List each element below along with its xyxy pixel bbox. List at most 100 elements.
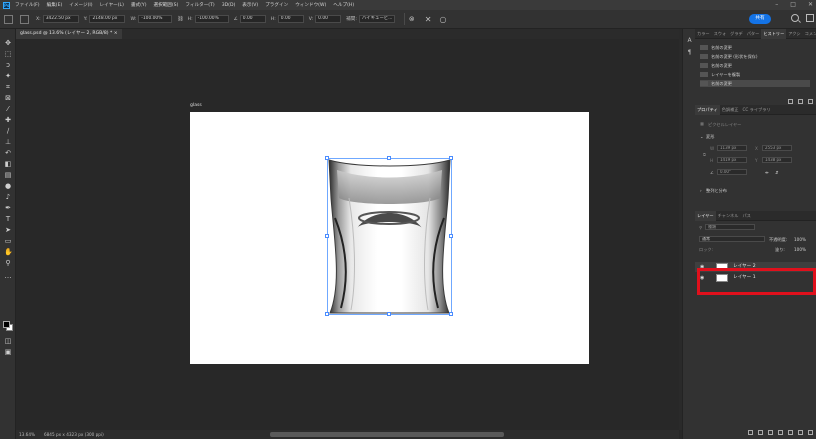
history-brush-icon[interactable]: ↶	[4, 149, 12, 157]
healing-brush-icon[interactable]: ✚	[4, 116, 12, 124]
menu-window[interactable]: ウィンドウ(W)	[295, 2, 326, 8]
adjustment-layer-icon[interactable]	[778, 430, 783, 435]
link-layers-icon[interactable]	[748, 430, 753, 435]
search-icon[interactable]	[791, 14, 799, 22]
close-window-icon[interactable]: ✕	[808, 0, 813, 10]
transform-handle[interactable]	[449, 234, 453, 238]
transform-bounding-box[interactable]	[325, 156, 453, 316]
share-button[interactable]: 共有	[749, 14, 771, 24]
fx-icon[interactable]	[758, 430, 763, 435]
transform-handle[interactable]	[449, 312, 453, 316]
tab-properties[interactable]: プロパティ	[695, 104, 720, 115]
tab-comments[interactable]: コメン	[803, 29, 816, 39]
angle-field[interactable]: 0.00	[239, 15, 266, 23]
blend-mode-select[interactable]: 通常	[699, 236, 765, 242]
move-tool-icon[interactable]: ✥	[4, 39, 12, 47]
hand-tool-icon[interactable]: ✋	[4, 248, 13, 256]
menu-view[interactable]: 表示(V)	[242, 2, 258, 8]
history-item[interactable]: レイヤーを複製	[700, 71, 810, 78]
menu-help[interactable]: ヘルプ(H)	[333, 2, 354, 8]
history-item[interactable]: 名前の変更 (形状を保存)	[700, 53, 810, 60]
history-item[interactable]: 名前の変更	[700, 62, 810, 69]
fill-value[interactable]: 100%	[794, 247, 806, 252]
link-dimensions-icon[interactable]: ⧉	[703, 152, 706, 157]
menu-image[interactable]: イメージ(I)	[69, 2, 92, 8]
delete-layer-icon[interactable]	[808, 430, 813, 435]
warp-icon[interactable]: ⊗	[409, 15, 415, 23]
horizontal-scroll-thumb[interactable]	[270, 432, 504, 437]
tab-adjustments[interactable]: 色調補正	[720, 105, 741, 115]
mask-icon[interactable]	[768, 430, 773, 435]
group-icon[interactable]	[788, 430, 793, 435]
snapshot-icon[interactable]	[788, 99, 793, 104]
prop-y-field[interactable]: 1438 px	[762, 157, 792, 163]
pen-tool-icon[interactable]: ✒	[4, 204, 12, 212]
transform-handle[interactable]	[387, 156, 391, 160]
menu-3d[interactable]: 3D(D)	[222, 3, 236, 8]
transform-handle[interactable]	[325, 312, 329, 316]
interpolation-select[interactable]: バイキュービ...	[358, 15, 395, 23]
height-field[interactable]: -100.00%	[194, 15, 229, 23]
y-field[interactable]: 2148.00 px	[89, 15, 126, 23]
color-swatches[interactable]	[3, 321, 13, 331]
document-tab[interactable]: glass.psd @ 13.6% (レイヤー 2, RGB/8) * ×	[16, 29, 122, 39]
flip-horizontal-icon[interactable]: ⇹	[765, 170, 769, 175]
transform-handle[interactable]	[325, 156, 329, 160]
path-select-icon[interactable]: ➤	[4, 226, 12, 234]
gradient-tool-icon[interactable]: ▤	[4, 171, 12, 179]
marquee-tool-icon[interactable]: ⬚	[4, 50, 12, 58]
prop-width-field[interactable]: 1139 px	[717, 145, 747, 151]
crop-tool-icon[interactable]: ⌗	[4, 83, 12, 91]
eraser-icon[interactable]: ◧	[4, 160, 12, 168]
opacity-value[interactable]: 100%	[794, 237, 806, 242]
menu-file[interactable]: ファイル(F)	[15, 2, 40, 8]
quick-mask-icon[interactable]: ◫	[4, 337, 12, 345]
blur-tool-icon[interactable]: ●	[4, 182, 12, 190]
more-tools-icon[interactable]: …	[4, 272, 12, 280]
menu-plugins[interactable]: プラグイン	[265, 2, 288, 8]
history-item[interactable]: 名前の変更	[700, 44, 810, 51]
align-chevron-icon[interactable]: ›	[700, 188, 702, 193]
frame-tool-icon[interactable]: ⊠	[4, 94, 12, 102]
document-info[interactable]: 6845 px x 4323 px (300 ppi)	[44, 430, 104, 439]
magic-wand-icon[interactable]: ✦	[4, 72, 12, 80]
prop-x-field[interactable]: 2553 px	[762, 145, 792, 151]
dodge-tool-icon[interactable]: ♪	[4, 193, 12, 201]
transform-chevron-icon[interactable]: ⌄	[700, 134, 704, 139]
tab-paths[interactable]: パス	[740, 211, 752, 221]
menu-edit[interactable]: 編集(E)	[47, 2, 63, 8]
menu-type[interactable]: 書式(Y)	[131, 2, 147, 8]
prop-angle-field[interactable]: 0.00°	[717, 169, 747, 175]
shape-tool-icon[interactable]: ▭	[4, 237, 12, 245]
menu-filter[interactable]: フィルター(T)	[185, 2, 214, 8]
tab-channels[interactable]: チャンネル	[716, 211, 741, 221]
foreground-color-swatch[interactable]	[3, 321, 10, 328]
prop-height-field[interactable]: 1419 px	[717, 157, 747, 163]
h-skew-field[interactable]: 0.00	[277, 15, 304, 23]
x-field[interactable]: 3422.50 px	[42, 15, 79, 23]
link-icon[interactable]: ⛓	[177, 16, 183, 22]
eyedropper-icon[interactable]: ⁄	[4, 105, 12, 113]
tab-actions[interactable]: アクシ	[786, 29, 802, 39]
reference-point-icon[interactable]	[20, 14, 29, 24]
transform-handle[interactable]	[387, 312, 391, 316]
layer-filter-select[interactable]: 種類	[705, 224, 755, 230]
transform-handle[interactable]	[325, 234, 329, 238]
tab-color[interactable]: カラー	[695, 29, 712, 39]
trash-icon[interactable]	[808, 99, 813, 104]
workspace-icon[interactable]	[806, 14, 814, 22]
zoom-level[interactable]: 13.64%	[19, 430, 35, 439]
zoom-tool-icon[interactable]: ⚲	[4, 259, 12, 267]
tab-gradients[interactable]: グラデ	[728, 29, 745, 39]
character-panel-icon[interactable]: A	[686, 37, 693, 44]
minimize-icon[interactable]: –	[775, 0, 778, 10]
menu-layer[interactable]: レイヤー(L)	[100, 2, 124, 8]
transform-handle[interactable]	[449, 156, 453, 160]
stamp-tool-icon[interactable]: ⊥	[4, 138, 12, 146]
tab-swatches[interactable]: スウォ	[712, 29, 729, 39]
menu-select[interactable]: 選択範囲(S)	[154, 2, 179, 8]
camera-icon[interactable]	[798, 99, 803, 104]
history-item-selected[interactable]: 名前の変更	[700, 80, 810, 87]
screen-mode-icon[interactable]: ▣	[4, 348, 12, 356]
maximize-icon[interactable]: □	[790, 0, 796, 10]
